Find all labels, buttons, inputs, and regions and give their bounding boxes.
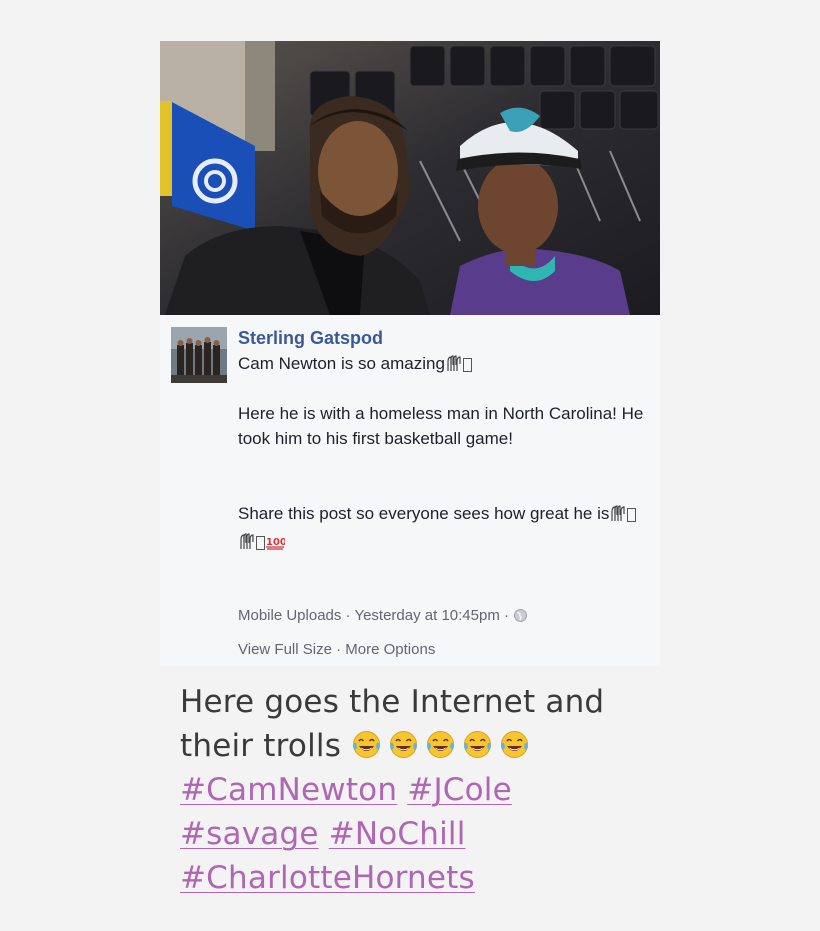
missing-glyph-icon [627,504,637,529]
view-full-size-link[interactable]: View Full Size [238,641,332,658]
meta-separator: · [499,607,514,624]
post-first-line: Cam Newton is so amazing [238,354,472,377]
praise-hands-icon [609,504,627,529]
hashtag-line: #CamNewton #JCole [180,768,660,812]
meta-source[interactable]: Mobile Uploads [238,607,341,624]
globe-icon [513,608,528,627]
missing-glyph-icon [256,532,265,557]
screenshot-card: Sterling Gatspod Cam Newton is so amazin… [160,41,660,666]
facebook-post: Sterling Gatspod Cam Newton is so amazin… [160,315,660,666]
avatar-group-photo [171,327,227,383]
hashtag-line: #savage #NoChill [180,812,660,856]
post-photo[interactable] [160,41,660,315]
caption: Here goes the Internet and their trolls … [180,680,660,900]
post-author[interactable]: Sterling Gatspod [238,328,383,349]
author-avatar[interactable] [171,327,227,383]
hashtag-link[interactable]: #JCole [407,772,512,808]
hashtag-line: #CharlotteHornets [180,856,660,900]
tears-of-joy-icon [388,728,419,759]
praise-hands-icon [445,354,463,377]
post-line1-text: Cam Newton is so amazing [238,354,445,373]
hashtag-link[interactable]: #CamNewton [180,772,397,808]
svg-text:100: 100 [266,537,285,548]
hashtag-link[interactable]: #CharlotteHornets [180,860,475,896]
meta-separator: · [341,607,355,624]
post-paragraph-2-text: Share this post so everyone sees how gre… [238,504,610,523]
emoji-row [351,728,536,764]
more-options-link[interactable]: More Options [345,641,435,658]
post-paragraph-1: Here he is with a homeless man in North … [238,404,644,448]
praise-hands-icon [238,532,256,557]
tears-of-joy-icon [499,728,530,759]
post-paragraph-2: Share this post so everyone sees how gre… [238,501,648,557]
hashtag-link[interactable]: #NoChill [329,816,466,852]
photo-illustration [160,41,660,315]
post-meta: Mobile Uploads · Yesterday at 10:45pm · [238,607,528,627]
post-links: View Full Size · More Options [238,641,435,658]
meta-time[interactable]: Yesterday at 10:45pm [354,607,499,624]
hundred-icon: 100 [265,532,287,557]
tears-of-joy-icon [462,728,493,759]
missing-glyph-icon [462,357,472,377]
tears-of-joy-icon [351,728,382,759]
caption-line: Here goes the Internet and their trolls [180,680,660,768]
links-separator: · [331,641,346,658]
tears-of-joy-icon [425,728,456,759]
hashtag-link[interactable]: #savage [180,816,319,852]
